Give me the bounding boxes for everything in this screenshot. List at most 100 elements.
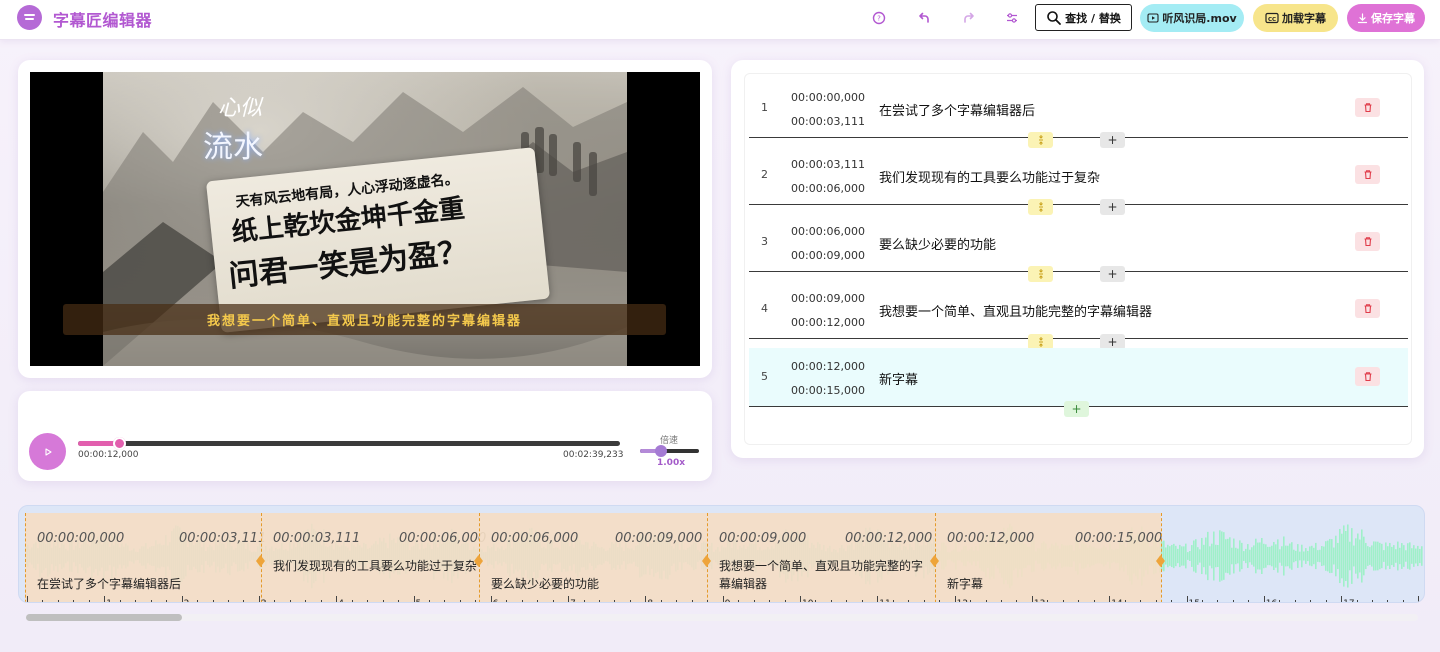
play-button[interactable] (29, 433, 66, 470)
ruler-tick (1232, 600, 1234, 602)
waveform-bar (1223, 532, 1225, 580)
download-icon (1357, 12, 1368, 23)
segment-text: 在尝试了多个字幕编辑器后 (37, 577, 182, 591)
append-subtitle-button[interactable]: + (1064, 401, 1089, 417)
ruler-tick (769, 600, 771, 602)
waveform-bar (1325, 541, 1327, 571)
subtitle-start-time[interactable]: 00:00:00,000 (789, 91, 867, 104)
delete-subtitle-button[interactable] (1355, 98, 1380, 117)
delete-subtitle-button[interactable] (1355, 165, 1380, 184)
ruler-tick (1031, 596, 1033, 602)
ruler-label: 18 (1420, 599, 1424, 602)
ruler-tick (1062, 600, 1064, 602)
subtitle-end-time[interactable]: 00:00:09,000 (789, 249, 867, 262)
undo-icon[interactable] (915, 9, 935, 29)
segment-start-time: 00:00:12,000 (947, 531, 1035, 546)
seek-slider[interactable] (78, 437, 620, 450)
waveform-bar (1395, 549, 1397, 563)
subtitle-text[interactable]: 我们发现现有的工具要么功能过于复杂 (879, 167, 1100, 186)
waveform-bar (1373, 541, 1375, 571)
ruler-tick (73, 600, 75, 602)
ruler-tick (413, 596, 415, 602)
ruler-tick (1402, 600, 1404, 602)
waveform-timeline[interactable]: 00:00:00,000 00:00:03,111 在尝试了多个字幕编辑器后 0… (18, 505, 1425, 603)
subtitle-row[interactable]: 3 00:00:06,000 00:00:09,000 要么缺少必要的功能 (749, 213, 1408, 272)
subtitle-row-active[interactable]: 5 00:00:12,000 00:00:15,000 新字幕 (749, 348, 1408, 407)
segment-start-time: 00:00:09,000 (719, 531, 807, 546)
subtitle-text[interactable]: 要么缺少必要的功能 (879, 234, 996, 253)
timeline-segment[interactable]: 00:00:09,000 00:00:12,000 我想要一个简单、直观且功能完… (707, 513, 935, 602)
seek-handle[interactable] (112, 437, 126, 450)
subtitle-row[interactable]: 4 00:00:09,000 00:00:12,000 我想要一个简单、直观且功… (749, 280, 1408, 339)
ruler-label: 2 (184, 599, 190, 602)
timeline-segment[interactable]: 00:00:03,111 00:00:06,000 我们发现现有的工具要么功能过… (261, 513, 486, 602)
subtitle-end-time[interactable]: 00:00:03,111 (789, 115, 867, 128)
timeline-segment[interactable]: 00:00:12,000 00:00:15,000 新字幕 (935, 513, 1162, 602)
subtitle-start-time[interactable]: 00:00:03,111 (789, 158, 867, 171)
delete-subtitle-button[interactable] (1355, 299, 1380, 318)
play-icon (44, 447, 52, 456)
subtitle-start-time[interactable]: 00:00:12,000 (789, 360, 867, 373)
waveform-bar (1219, 530, 1221, 582)
subtitle-start-time[interactable]: 00:00:06,000 (789, 225, 867, 238)
waveform-bar (1369, 547, 1371, 565)
subtitle-text[interactable]: 我想要一个简单、直观且功能完整的字幕编辑器 (879, 301, 1152, 320)
ruler-tick (88, 600, 90, 602)
merge-icon (1038, 202, 1043, 212)
waveform-bar (1329, 538, 1331, 574)
find-replace-button[interactable]: 查找 / 替换 (1035, 4, 1132, 31)
ruler-tick (1356, 600, 1358, 602)
ruler-tick (830, 600, 832, 602)
timeline-segment[interactable]: 00:00:00,000 00:00:03,111 在尝试了多个字幕编辑器后 (25, 513, 266, 602)
subtitle-text[interactable]: 在尝试了多个字幕编辑器后 (879, 100, 1035, 119)
ruler-tick (1325, 600, 1327, 602)
help-icon[interactable]: ? (870, 9, 890, 29)
delete-subtitle-button[interactable] (1355, 232, 1380, 251)
ruler-label: 11 (879, 599, 890, 602)
subtitle-row[interactable]: 1 00:00:00,000 00:00:03,111 在尝试了多个字幕编辑器后 (749, 79, 1408, 138)
waveform-bar (1265, 544, 1267, 568)
subtitle-end-time[interactable]: 00:00:12,000 (789, 316, 867, 329)
speed-slider[interactable] (640, 445, 699, 457)
delete-subtitle-button[interactable] (1355, 367, 1380, 386)
redo-icon[interactable] (960, 9, 980, 29)
settings-icon[interactable] (1003, 9, 1023, 29)
segment-boundary[interactable] (25, 513, 26, 602)
subtitle-end-time[interactable]: 00:00:06,000 (789, 182, 867, 195)
segment-start-time: 00:00:00,000 (37, 531, 125, 546)
timeline-scrollbar-thumb[interactable] (26, 614, 182, 621)
ruler-tick (521, 600, 523, 602)
waveform-bar (1209, 546, 1211, 566)
load-subtitles-button[interactable]: CC 加载字幕 (1253, 4, 1338, 32)
segment-text: 新字幕 (947, 577, 984, 591)
waveform-bar (1399, 547, 1401, 565)
timeline-segment[interactable]: 00:00:06,000 00:00:09,000 要么缺少必要的功能 (479, 513, 707, 602)
waveform-bar (1371, 545, 1373, 567)
waveform-bar (1281, 546, 1283, 566)
waveform-bar (1211, 543, 1213, 569)
ruler-tick (289, 600, 291, 602)
ruler-tick (1093, 600, 1095, 602)
ruler-tick (181, 596, 183, 602)
subtitle-end-time[interactable]: 00:00:15,000 (789, 384, 867, 397)
save-subtitles-button[interactable]: 保存字幕 (1347, 4, 1425, 32)
waveform-bar (1361, 529, 1363, 583)
subtitle-row[interactable]: 2 00:00:03,111 00:00:06,000 我们发现现有的工具要么功… (749, 146, 1408, 205)
waveform-bar (1259, 542, 1261, 570)
ruler-tick (1201, 600, 1203, 602)
video-preview[interactable]: 心似 流水 天有风云地有局，人心浮动逐虚名。 纸上乾坎金坤千金重 问君一笑是为盈… (30, 72, 700, 366)
ruler-tick (1341, 596, 1343, 602)
ruler-tick (336, 596, 338, 602)
timeline-scrollbar[interactable] (26, 614, 1418, 621)
speed-handle[interactable] (654, 445, 667, 457)
ruler-tick (1140, 600, 1142, 602)
waveform-bar (1253, 545, 1255, 567)
ruler-tick (599, 600, 601, 602)
subtitle-text[interactable]: 新字幕 (879, 369, 918, 388)
ruler-label: 4 (338, 599, 344, 602)
waveform-bar (1241, 542, 1243, 570)
subtitle-start-time[interactable]: 00:00:09,000 (789, 292, 867, 305)
video-file-button[interactable]: 听风识局.mov (1140, 4, 1244, 32)
waveform-bar (1277, 539, 1279, 573)
waveform-bar (1327, 540, 1329, 572)
